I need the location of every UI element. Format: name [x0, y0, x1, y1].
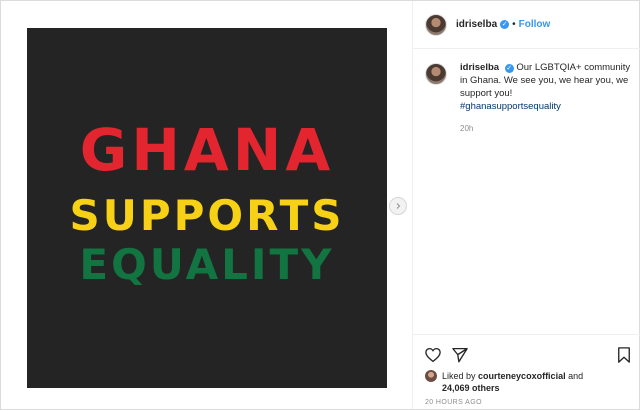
poster-line-equality: EQUALITY	[79, 240, 335, 289]
bookmark-icon	[618, 347, 630, 363]
save-button[interactable]	[615, 346, 633, 364]
avatar[interactable]	[425, 13, 447, 36]
likes-text: Liked by courteneycoxofficial and 24,069…	[442, 370, 583, 394]
caption-avatar[interactable]	[425, 63, 447, 85]
liked-by-user[interactable]: courteneycoxofficial	[478, 371, 566, 381]
chevron-right-icon	[396, 203, 401, 209]
liker-avatar[interactable]	[425, 370, 437, 382]
like-button[interactable]	[424, 346, 442, 364]
caption-text: idriselba ✓ Our LGBTQIA+ community in Gh…	[460, 61, 635, 135]
post-actions: Liked by courteneycoxofficial and 24,069…	[413, 334, 640, 409]
post-sidebar: idriselba ✓ • Follow idriselba ✓ Our LGB…	[412, 1, 640, 409]
post-header: idriselba ✓ • Follow	[413, 1, 640, 49]
post-time-ago[interactable]: 20 HOURS AGO	[425, 399, 482, 406]
post-caption: idriselba ✓ Our LGBTQIA+ community in Gh…	[425, 61, 635, 135]
ghana-supports-equality-poster: GHANA SUPPORTS EQUALITY	[27, 28, 387, 388]
liked-by-and: and	[568, 371, 584, 381]
header-username[interactable]: idriselba	[456, 19, 497, 30]
heart-icon	[425, 347, 441, 363]
follow-button[interactable]: Follow	[519, 19, 551, 30]
likes-others-count[interactable]: 24,069 others	[442, 383, 500, 393]
poster-line-supports: SUPPORTS	[69, 191, 345, 240]
caption-hashtag[interactable]: #ghanasupportsequality	[460, 101, 561, 112]
poster-line-ghana: GHANA	[79, 116, 335, 184]
post-media[interactable]: GHANA SUPPORTS EQUALITY	[1, 1, 412, 409]
liked-by-prefix: Liked by	[442, 371, 476, 381]
separator-dot: •	[512, 19, 516, 30]
caption-username[interactable]: idriselba	[460, 62, 499, 73]
share-icon	[452, 347, 468, 363]
carousel-next-button[interactable]	[389, 197, 407, 215]
caption-timestamp: 20h	[460, 124, 474, 133]
likes-summary: Liked by courteneycoxofficial and 24,069…	[425, 370, 583, 394]
instagram-post: GHANA SUPPORTS EQUALITY idriselba ✓ • Fo…	[0, 0, 640, 410]
verified-badge-icon: ✓	[500, 20, 510, 29]
verified-badge-icon: ✓	[504, 64, 514, 73]
share-button[interactable]	[451, 346, 469, 364]
